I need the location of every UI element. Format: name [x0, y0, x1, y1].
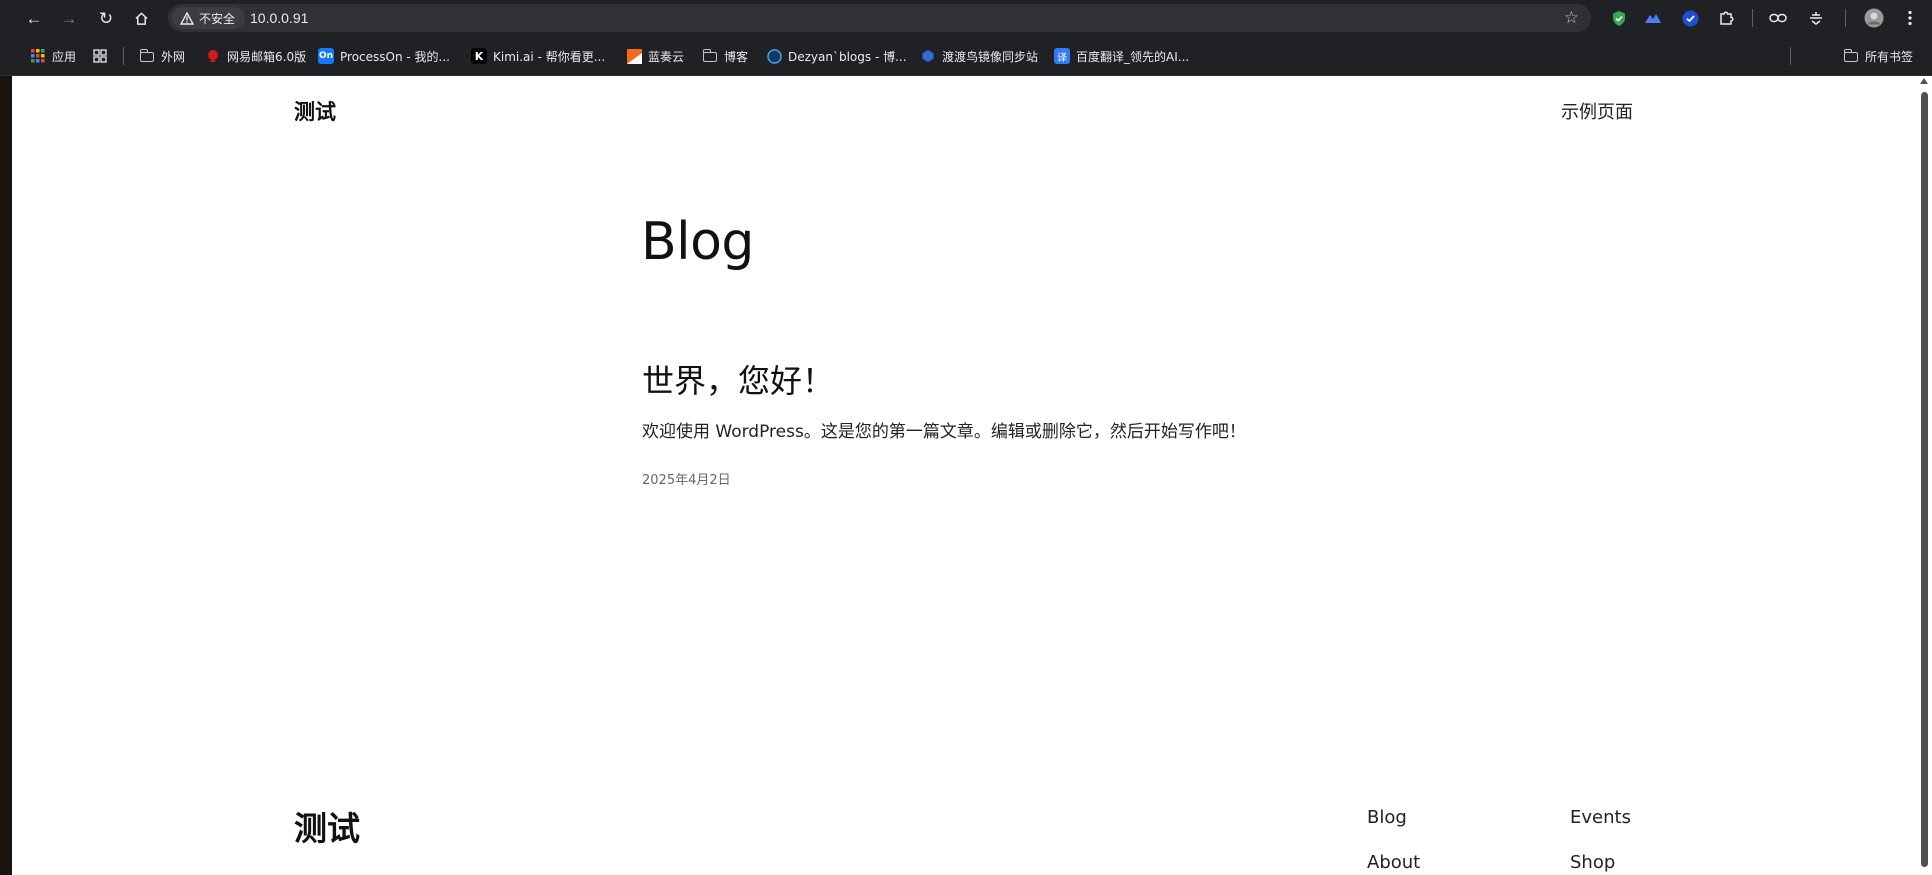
url-text[interactable]: 10.0.0.91	[250, 10, 308, 26]
bookmark-label: 蓝奏云	[648, 49, 685, 64]
reload-icon[interactable]: ↻	[93, 5, 119, 31]
lanzou-icon	[626, 48, 642, 64]
bookmark-apps[interactable]: 应用	[30, 47, 76, 65]
processon-icon: On	[318, 48, 334, 64]
folder-icon	[702, 48, 718, 64]
tab-groups-icon	[92, 48, 108, 64]
bookmark-label: Kimi.ai - 帮你看更...	[493, 49, 606, 64]
post-title[interactable]: 世界，您好！	[642, 356, 834, 402]
page-title: Blog	[641, 212, 754, 272]
all-bookmarks-label: 所有书签	[1865, 49, 1914, 64]
scroll-up-arrow-icon[interactable]	[1920, 78, 1928, 84]
mountain-extension-icon[interactable]	[1643, 8, 1663, 28]
bookmark-lanzou[interactable]: 蓝奏云	[626, 47, 684, 65]
warning-icon	[180, 11, 194, 25]
bookmark-label: ProcessOn - 我的...	[340, 49, 450, 64]
toolbar-separator	[1845, 9, 1846, 27]
address-bar[interactable]: 不安全 10.0.0.91 ☆	[168, 4, 1591, 32]
check-extension-icon[interactable]	[1680, 8, 1700, 28]
baidu-translate-icon: 译	[1054, 48, 1070, 64]
bookmark-label: Dezyan`blogs - 博...	[788, 49, 907, 64]
bookmark-kimi[interactable]: K Kimi.ai - 帮你看更...	[471, 47, 605, 65]
browser-menu-icon[interactable]	[1900, 8, 1920, 28]
bookmark-label: 网易邮箱6.0版	[227, 49, 307, 64]
extensions-puzzle-icon[interactable]	[1716, 8, 1736, 28]
forward-icon[interactable]: →	[56, 5, 82, 31]
apps-grid-icon	[30, 48, 46, 64]
link-icon[interactable]	[1768, 8, 1788, 28]
back-icon[interactable]: ←	[21, 5, 47, 31]
bookmark-dodo-mirror[interactable]: 渡渡鸟镜像同步站	[920, 47, 1038, 65]
bookmark-folder-waiwang[interactable]: 外网	[139, 47, 185, 65]
bookmark-processon[interactable]: On ProcessOn - 我的...	[318, 47, 450, 65]
footer-link-about[interactable]: About	[1367, 852, 1420, 873]
bookmark-dezyan-blogs[interactable]: Dezyan`blogs - 博...	[766, 47, 907, 65]
security-label: 不安全	[199, 11, 236, 26]
translate-icon[interactable]	[1806, 8, 1826, 28]
post-excerpt: 欢迎使用 WordPress。这是您的第一篇文章。编辑或删除它，然后开始写作吧！	[642, 422, 1246, 442]
bookmark-label: 外网	[161, 49, 186, 64]
bookmark-label: 渡渡鸟镜像同步站	[942, 49, 1039, 64]
browser-toolbar: ← → ↻ 不安全 10.0.0.91 ☆	[0, 0, 1932, 36]
bookmark-tab-groups[interactable]	[92, 47, 108, 65]
kimi-icon: K	[471, 48, 487, 64]
security-indicator[interactable]: 不安全	[172, 7, 246, 29]
dodo-mirror-icon	[920, 48, 936, 64]
bookmark-separator	[123, 47, 124, 65]
site-title[interactable]: 测试	[294, 96, 336, 126]
all-bookmarks[interactable]: 所有书签	[1843, 47, 1913, 65]
footer-link-events[interactable]: Events	[1570, 807, 1631, 828]
post-date[interactable]: 2025年4月2日	[642, 469, 731, 488]
bookmark-label: 博客	[724, 49, 749, 64]
footer-link-shop[interactable]: Shop	[1570, 852, 1615, 873]
dezyan-blog-icon	[766, 48, 782, 64]
profile-avatar-icon[interactable]	[1864, 8, 1884, 28]
footer-site-title[interactable]: 测试	[294, 802, 360, 850]
folder-icon	[139, 48, 155, 64]
shield-extension-icon[interactable]	[1609, 8, 1629, 28]
toolbar-separator	[1752, 9, 1753, 27]
bookmark-baidu-translate[interactable]: 译 百度翻译_领先的AI...	[1054, 47, 1189, 65]
vertical-scrollbar[interactable]	[1917, 76, 1932, 875]
folder-icon	[1843, 48, 1859, 64]
bookmark-star-icon[interactable]: ☆	[1564, 8, 1579, 28]
nav-link-sample-page[interactable]: 示例页面	[1561, 98, 1633, 124]
netease-mail-icon	[205, 48, 221, 64]
bookmark-label: 应用	[52, 49, 77, 64]
scroll-thumb[interactable]	[1921, 92, 1928, 867]
footer-link-blog[interactable]: Blog	[1367, 807, 1407, 828]
bookmark-netease-mail[interactable]: 网易邮箱6.0版	[205, 47, 306, 65]
page-viewport: 测试 示例页面 Blog 世界，您好！ 欢迎使用 WordPress。这是您的第…	[12, 76, 1917, 875]
bookmarks-bar: 应用 外网 网易邮箱6.0版 On ProcessOn - 我的... K Ki…	[0, 36, 1932, 76]
home-icon[interactable]	[128, 5, 154, 31]
bookmark-label: 百度翻译_领先的AI...	[1076, 49, 1190, 64]
bookmark-separator	[1790, 47, 1791, 65]
bookmark-folder-blog[interactable]: 博客	[702, 47, 748, 65]
